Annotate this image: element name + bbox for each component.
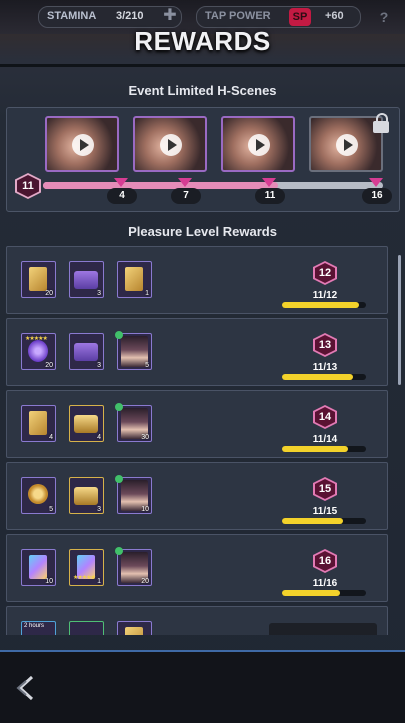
divider	[0, 64, 405, 67]
reward-row: 5 3 10 15 11/15	[6, 462, 388, 530]
clover-icon	[115, 403, 123, 411]
ticket-gold-icon[interactable]: 20	[21, 261, 56, 298]
scene-thumbnail[interactable]	[45, 116, 119, 172]
chest-purple-icon[interactable]: 3	[69, 333, 104, 370]
tap-power-label: TAP POWER	[205, 10, 271, 22]
item-count: 5	[145, 362, 149, 369]
milestone-label: 4	[107, 188, 137, 204]
milestone-label: 11	[255, 188, 285, 204]
ticket-gold-icon[interactable]: 4	[21, 405, 56, 442]
item-count: 10	[45, 578, 53, 585]
milestone-label: 16	[362, 188, 392, 204]
chest-gold-icon[interactable]: 4	[69, 405, 104, 442]
item-count: 1	[145, 290, 149, 297]
ticket-gold-icon[interactable]: 1	[117, 261, 152, 298]
item-count: 10	[141, 506, 149, 513]
sp-badge: SP	[289, 8, 311, 26]
item-count: 3	[97, 290, 101, 297]
page-title: REWARDS	[134, 26, 271, 56]
progress-bar	[282, 518, 366, 524]
orb-purple-icon[interactable]: ★★★★★ 20	[21, 333, 56, 370]
timer-item-icon[interactable]: 2 hours	[21, 621, 56, 635]
back-arrow-icon[interactable]	[12, 673, 42, 703]
chest-purple-icon[interactable]: 3	[69, 261, 104, 298]
item-count: 4	[97, 434, 101, 441]
bottom-nav	[0, 650, 405, 723]
rewards-heading: Pleasure Level Rewards	[128, 224, 277, 239]
play-icon	[336, 134, 358, 156]
progress-text: 11/14	[312, 434, 338, 445]
item-count: 4	[49, 434, 53, 441]
clover-icon	[115, 547, 123, 555]
reward-row-partial: 2 hours	[6, 606, 388, 635]
scene-progress-track	[43, 182, 383, 189]
chest-gold-icon[interactable]: 3	[69, 477, 104, 514]
scene-thumbnail[interactable]	[221, 116, 295, 172]
scrollbar[interactable]	[398, 255, 401, 385]
chest-rainbow-icon[interactable]: ★★★★★ 1	[69, 549, 104, 586]
ticket-rainbow-icon[interactable]: 10	[21, 549, 56, 586]
stamina-value: 3/210	[116, 10, 144, 22]
add-stamina-icon[interactable]: ✚	[160, 6, 180, 26]
play-icon	[160, 134, 182, 156]
progress-text: 11/16	[312, 578, 338, 589]
current-level-badge: 11	[15, 173, 41, 199]
current-level-value: 11	[17, 175, 39, 197]
progress-text: 11/13	[312, 362, 338, 373]
item-count: 3	[97, 362, 101, 369]
character-card-icon[interactable]: 10	[115, 475, 152, 514]
tap-power-value: +60	[325, 10, 344, 22]
item-count: 3	[97, 506, 101, 513]
scenes-heading: Event Limited H-Scenes	[128, 83, 277, 98]
character-card-icon[interactable]: 20	[115, 547, 152, 586]
reward-row: 20 3 1 12 11/12	[6, 246, 388, 314]
star-rating-icon: ★★★★★	[73, 575, 96, 581]
lock-icon	[372, 113, 390, 133]
progress-bar	[282, 302, 366, 308]
rewards-list[interactable]: 20 3 1 12 11/12 ★★★★★ 20 3 5 1 3 11/13 4 4…	[6, 245, 394, 635]
clover-icon	[115, 331, 123, 339]
item-count: 20	[45, 362, 53, 369]
tap-power-meter: TAP POWER SP +60	[196, 6, 361, 28]
play-icon	[72, 134, 94, 156]
ticket-gold-icon[interactable]	[117, 621, 152, 635]
reward-row: ★★★★★ 20 3 5 13 11/13	[6, 318, 388, 386]
item-count: 5	[49, 506, 53, 513]
star-rating-icon: ★★★★★	[25, 336, 48, 342]
item-count: 20	[141, 578, 149, 585]
progress-bar	[282, 374, 366, 380]
reward-row: 4 4 30 14 11/14	[6, 390, 388, 458]
clover-icon	[115, 475, 123, 483]
milestone-label: 7	[171, 188, 201, 204]
progress-text: 11/12	[312, 290, 338, 301]
item-count: 1	[97, 578, 101, 585]
character-card-icon[interactable]: 5	[115, 331, 152, 370]
play-icon	[248, 134, 270, 156]
claim-button[interactable]	[269, 623, 377, 635]
item-count: 30	[141, 434, 149, 441]
item-duration-label: 2 hours	[24, 623, 45, 629]
help-icon[interactable]: ?	[374, 7, 394, 27]
progress-bar	[282, 590, 366, 596]
scenes-panel: 11 4 7 11 16	[6, 107, 400, 212]
reward-item-icon[interactable]	[69, 621, 104, 635]
reward-row: 10 ★★★★★ 1 20 16 11/16	[6, 534, 388, 602]
scene-progress-fill	[43, 182, 278, 189]
item-count: 20	[45, 290, 53, 297]
progress-bar	[282, 446, 366, 452]
scene-thumbnail[interactable]	[133, 116, 207, 172]
character-card-icon[interactable]: 30	[115, 403, 152, 442]
gear-gold-icon[interactable]: 5	[21, 477, 56, 514]
stamina-label: STAMINA	[47, 10, 97, 22]
progress-text: 11/15	[312, 506, 338, 517]
